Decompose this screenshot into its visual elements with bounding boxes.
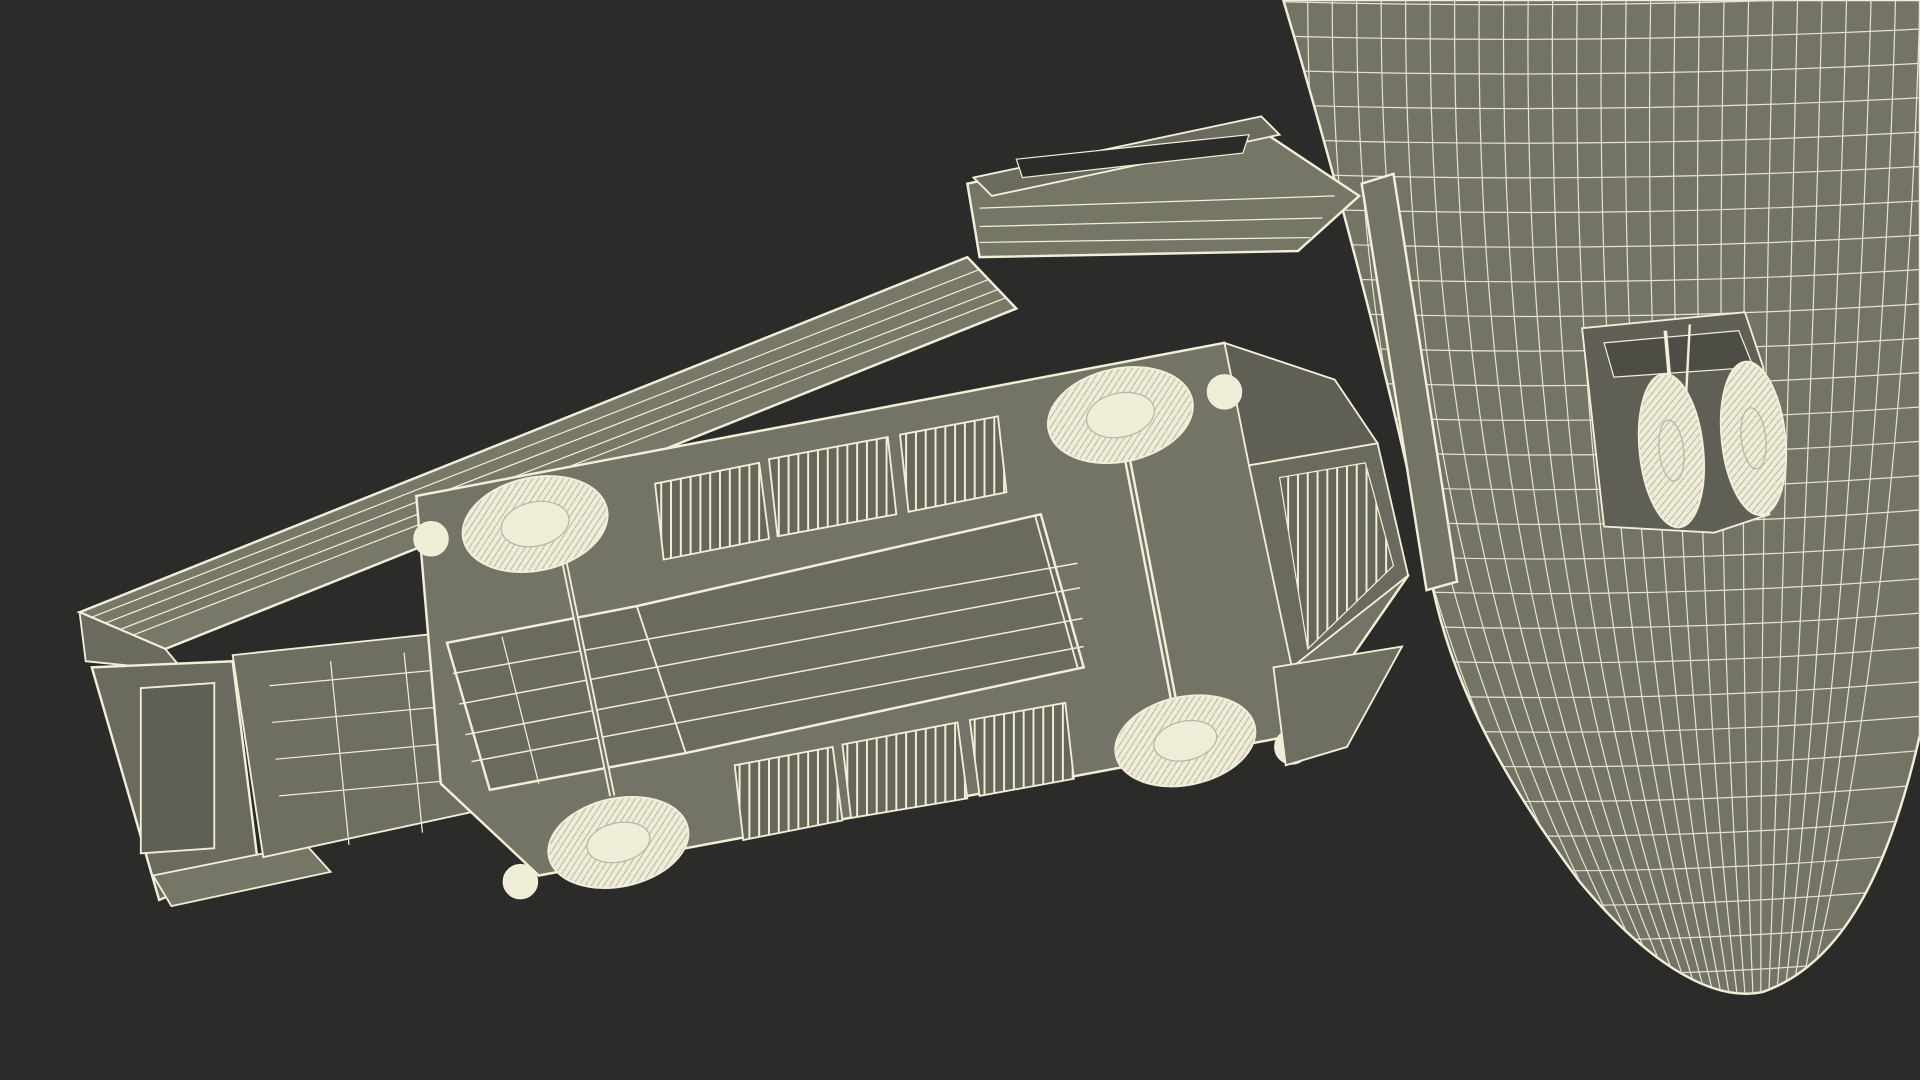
wireframe-render-viewport: (function () { // Draw fuselage wirefram… (0, 0, 1920, 1080)
